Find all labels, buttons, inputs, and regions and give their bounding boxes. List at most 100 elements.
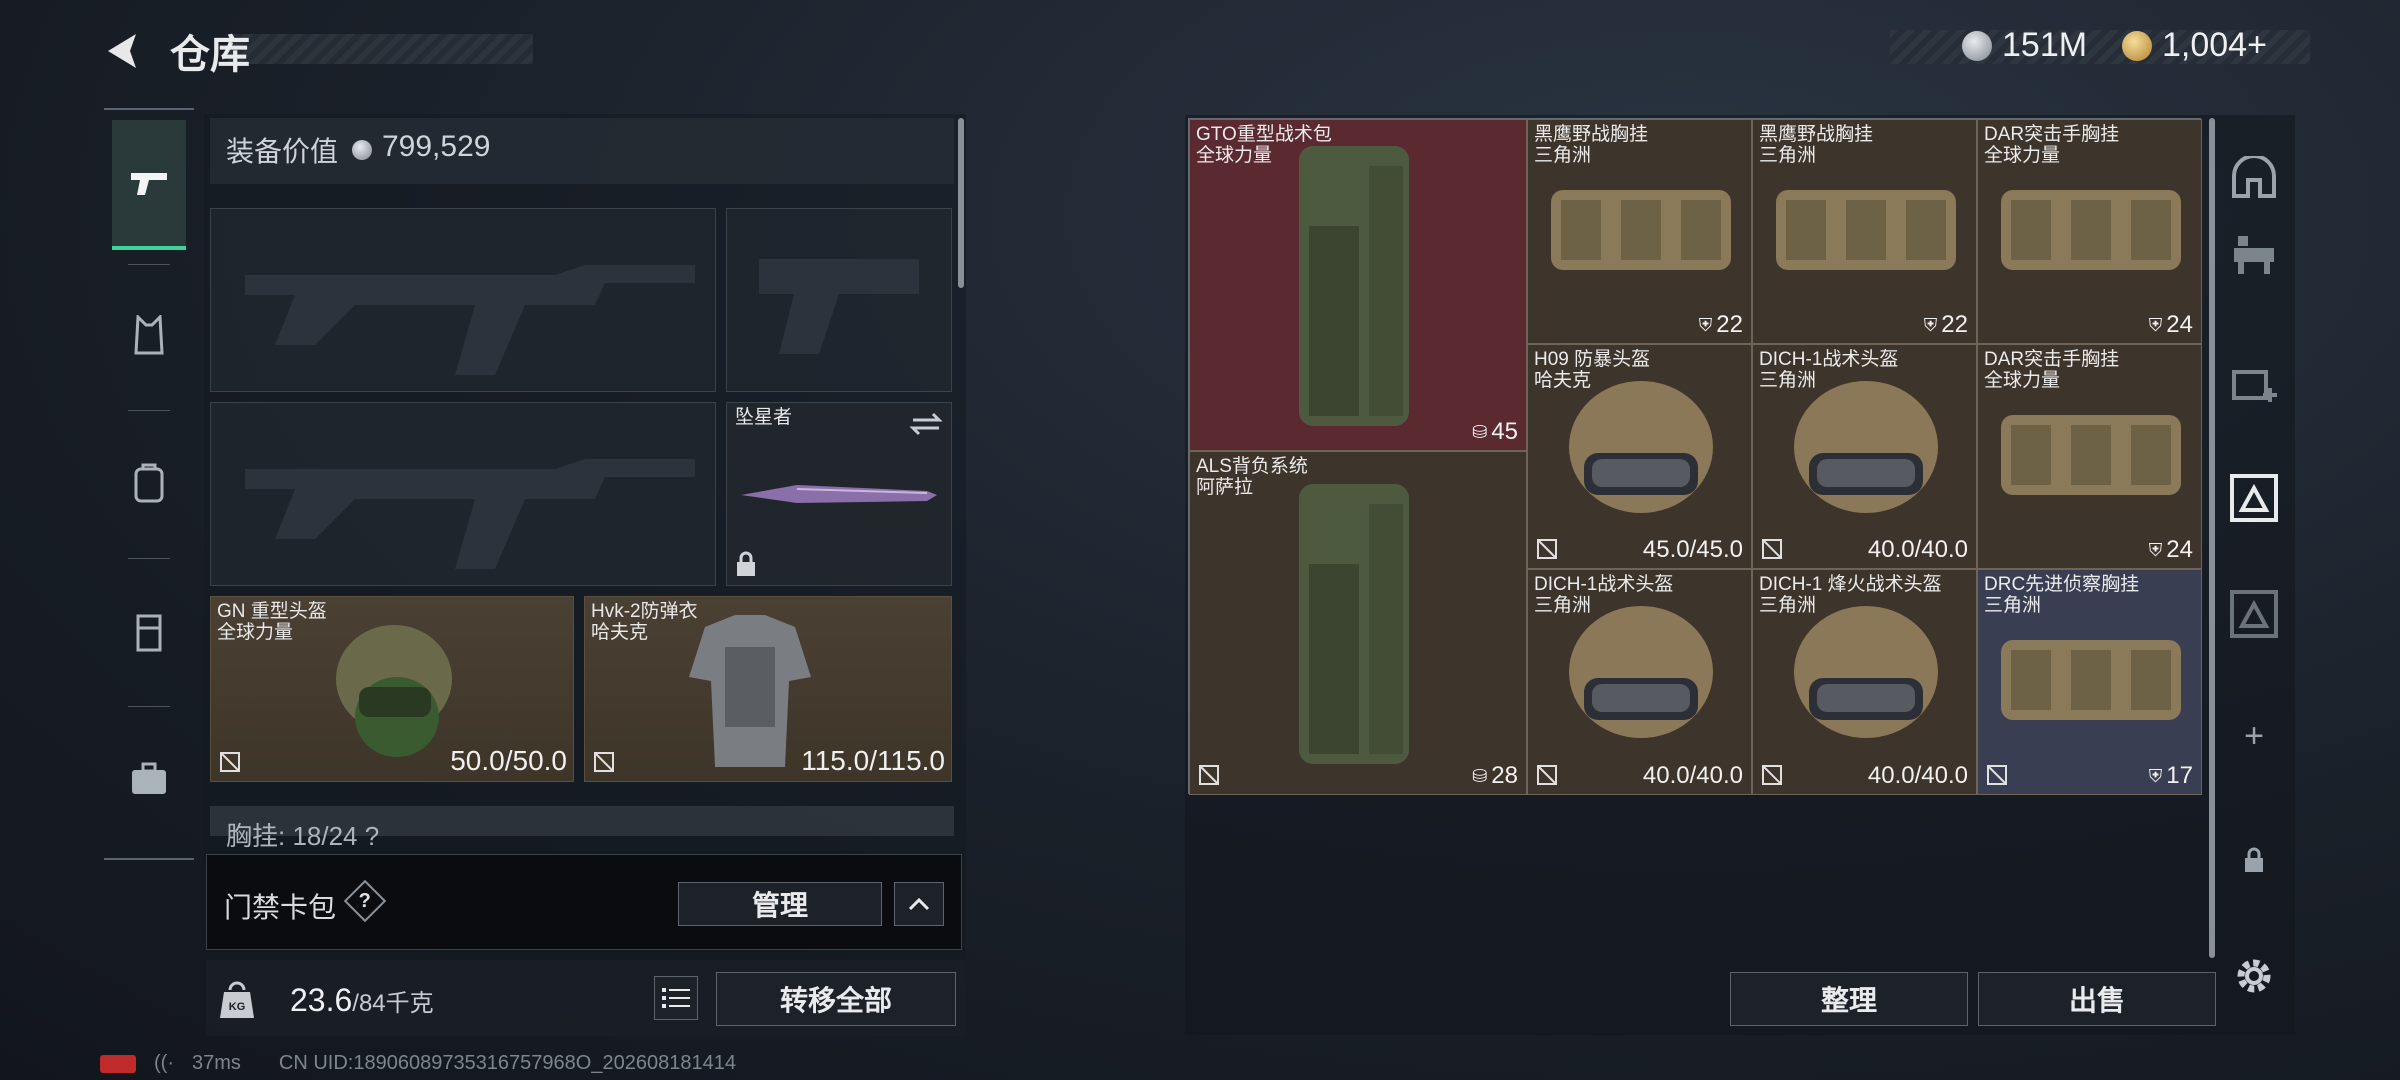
item-capacity: 17: [2166, 762, 2193, 789]
stash-item[interactable]: H09 防暴头盔 哈夫克 45.0/45.0: [1527, 344, 1752, 569]
helmet-name: GN 重型头盔: [217, 601, 327, 622]
access-card-label: 门禁卡包: [224, 892, 337, 923]
swap-icon[interactable]: [909, 411, 943, 437]
collapse-button[interactable]: [894, 882, 944, 926]
silver-currency[interactable]: 151M: [1962, 26, 2087, 65]
workbench-icon[interactable]: [2226, 226, 2282, 282]
add-tab-icon[interactable]: +: [2226, 708, 2282, 764]
rig-capacity-icon: ⛨: [1923, 314, 1938, 335]
settings-gear-icon[interactable]: [2226, 948, 2282, 1004]
silver-coin-icon: [1962, 30, 1992, 61]
add-stash-icon[interactable]: [2226, 354, 2282, 410]
stash-item[interactable]: 黑鹰野战胸挂 三角洲 ⛨ 22: [1752, 119, 1977, 344]
stash-item[interactable]: DAR突击手胸挂 全球力量 ⛨ 24: [1977, 344, 2202, 569]
item-name: 黑鹰野战胸挂: [1534, 124, 1649, 145]
item-maker: 全球力量: [1196, 145, 1273, 166]
lock-tab-icon[interactable]: [2226, 832, 2282, 888]
tab-armor[interactable]: [112, 566, 186, 696]
tab-backpacks[interactable]: [112, 418, 186, 548]
secondary-weapon-slot[interactable]: [210, 402, 716, 586]
no-repair-icon: [1762, 539, 1782, 559]
stash-item[interactable]: GTO重型战术包 全球力量 ⛁ 45: [1189, 119, 1527, 451]
armor-maker: 哈夫克: [591, 622, 649, 643]
page-title: 仓库: [170, 33, 250, 77]
item-durability: 40.0/40.0: [1867, 536, 1968, 563]
pistol-silhouette-icon: [759, 259, 919, 354]
item-durability: 45.0/45.0: [1642, 536, 1743, 563]
stash-item[interactable]: ALS背负系统 阿萨拉 ⛁ 28: [1189, 451, 1527, 795]
armor-plate-icon: [136, 614, 162, 652]
rig-image-icon: [1775, 190, 1956, 270]
item-name: DRC先进侦察胸挂: [1984, 574, 2140, 595]
stash-tab-icon[interactable]: [2226, 586, 2282, 642]
stash-item[interactable]: 黑鹰野战胸挂 三角洲 ⛨ 22: [1527, 119, 1752, 344]
equipment-scrollbar[interactable]: [958, 118, 964, 288]
rig-capacity-icon: ⛨: [2148, 314, 2163, 335]
list-view-button[interactable]: [654, 976, 698, 1020]
tab-chest-rigs[interactable]: [112, 270, 186, 400]
item-name: DICH-1战术头盔: [1534, 574, 1674, 595]
item-name: H09 防暴头盔: [1534, 349, 1651, 370]
item-maker: 三角洲: [1534, 145, 1592, 166]
item-maker: 三角洲: [1759, 370, 1817, 391]
backpack-image-icon: [1299, 484, 1409, 764]
stash-item[interactable]: DAR突击手胸挂 全球力量 ⛨ 24: [1977, 119, 2202, 344]
back-arrow-icon[interactable]: [100, 28, 146, 74]
weight-current: 23.6/84千克: [290, 982, 434, 1018]
rig-image-icon: [1550, 190, 1731, 270]
vest-icon: [134, 315, 164, 355]
backpack-icon: [134, 463, 164, 503]
equipment-value-label: 装备价值: [226, 136, 339, 167]
armor-slot[interactable]: Hvk-2防弹衣 哈夫克 115.0/115.0: [584, 596, 952, 782]
manage-button[interactable]: 管理: [678, 882, 882, 926]
primary-weapon-slot[interactable]: [210, 208, 716, 392]
item-capacity: 28: [1491, 762, 1518, 789]
item-durability: 40.0/40.0: [1867, 762, 1968, 789]
lock-icon: [737, 551, 755, 576]
helmet-durability: 50.0/50.0: [450, 745, 567, 776]
item-maker: 三角洲: [1759, 595, 1817, 616]
tab-weapons[interactable]: [112, 120, 186, 250]
sell-button[interactable]: 出售: [1978, 972, 2216, 1026]
rig-image-icon: [2000, 415, 2181, 495]
tab-cases[interactable]: [112, 714, 186, 844]
uid: CN UID:18906089735316757968O_20260818141…: [278, 1052, 736, 1074]
sidearm-slot[interactable]: [726, 208, 952, 392]
stash-main-icon[interactable]: [2226, 150, 2282, 206]
item-maker: 三角洲: [1984, 595, 2042, 616]
transfer-all-button[interactable]: 转移全部: [716, 972, 956, 1026]
briefcase-icon: [132, 762, 166, 794]
no-repair-icon: [1762, 765, 1782, 785]
item-maker: 三角洲: [1759, 145, 1817, 166]
helmet-slot[interactable]: GN 重型头盔 全球力量 50.0/50.0: [210, 596, 574, 782]
no-repair-icon: [220, 752, 240, 772]
helmet-image-icon: [1568, 381, 1713, 513]
item-capacity: 24: [2166, 536, 2193, 563]
stash-grid: GTO重型战术包 全球力量 ⛁ 45 黑鹰野战胸挂 三角洲 ⛨ 22 黑鹰野战胸挂 三角洲 ⛨ 22 D…: [1188, 118, 2202, 795]
svg-text:KG: KG: [229, 1001, 246, 1013]
item-name: 黑鹰野战胸挂: [1759, 124, 1874, 145]
rig-image-icon: [2000, 190, 2181, 270]
helmet-image-icon: [336, 625, 452, 757]
stash-item[interactable]: DICH-1战术头盔 三角洲 40.0/40.0: [1752, 344, 1977, 569]
rig-capacity-icon: ⛨: [1698, 314, 1713, 335]
stash-scrollbar[interactable]: [2209, 118, 2215, 958]
stash-item[interactable]: DRC先进侦察胸挂 三角洲 ⛨ 17: [1977, 569, 2202, 795]
helmet-image-icon: [1568, 606, 1713, 738]
title-stripe: [228, 34, 533, 64]
weight-icon: KG: [220, 981, 254, 1018]
melee-slot[interactable]: 坠星者: [726, 402, 952, 586]
gold-currency[interactable]: 1,004+: [2122, 26, 2267, 65]
item-maker: 阿萨拉: [1196, 477, 1254, 498]
stash-tab-active-icon[interactable]: [2226, 470, 2282, 526]
no-repair-icon: [594, 752, 614, 772]
stash-item[interactable]: DICH-1战术头盔 三角洲 40.0/40.0: [1527, 569, 1752, 795]
item-maker: 全球力量: [1984, 370, 2061, 391]
item-maker: 全球力量: [1984, 145, 2061, 166]
helmet-image-icon: [1793, 381, 1938, 513]
chest-rig-capacity: 胸挂: 18/24 ?: [226, 821, 380, 851]
no-repair-icon: [1987, 765, 2007, 785]
sort-button[interactable]: 整理: [1730, 972, 1968, 1026]
stash-item[interactable]: DICH-1 烽火战术头盔 三角洲 40.0/40.0: [1752, 569, 1977, 795]
item-name: DAR突击手胸挂: [1984, 124, 2120, 145]
